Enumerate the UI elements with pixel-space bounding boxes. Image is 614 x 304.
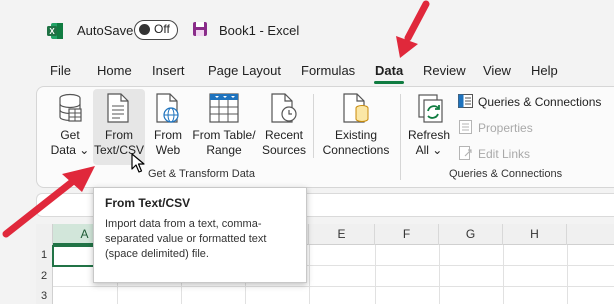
get-data-line2: Data ⌄ <box>50 143 90 157</box>
row-header-1[interactable]: 1 <box>36 249 52 261</box>
annotation-arrow-from-text-csv <box>0 162 100 247</box>
get-data-line1: Get <box>60 128 80 142</box>
annotation-arrow-data-tab <box>388 0 438 67</box>
properties-icon <box>459 120 472 139</box>
grid-line <box>309 245 310 304</box>
from-web-button[interactable]: From Web <box>150 128 186 158</box>
queries-connections-button[interactable]: Queries & Connections <box>478 95 601 109</box>
refresh-icon <box>418 94 446 129</box>
svg-text:X: X <box>49 27 55 36</box>
row-header-2[interactable]: 2 <box>36 270 52 282</box>
refresh-all-line2: All ⌄ <box>415 143 443 157</box>
mouse-cursor-icon <box>131 153 145 178</box>
web-file-icon <box>155 93 181 128</box>
column-header-e[interactable]: E <box>309 224 375 245</box>
active-tab-underline <box>374 81 404 84</box>
tab-formulas[interactable]: Formulas <box>301 63 355 78</box>
text-file-icon <box>106 93 130 128</box>
existing-connections-line1: Existing <box>334 128 378 142</box>
from-web-line1: From <box>154 128 182 142</box>
refresh-all-button[interactable]: Refresh All ⌄ <box>406 128 452 158</box>
grid-line <box>53 286 614 287</box>
recent-sources-icon <box>270 93 298 128</box>
tooltip-from-text-csv: From Text/CSV Import data from a text, c… <box>93 187 307 283</box>
database-icon <box>57 93 83 128</box>
toggle-knob <box>139 24 150 35</box>
existing-connections-button[interactable]: Existing Connections <box>318 128 394 158</box>
group-label-get-transform: Get & Transform Data <box>148 168 255 180</box>
refresh-all-line1: Refresh <box>407 128 451 142</box>
properties-button[interactable]: Properties <box>478 121 533 135</box>
tab-help[interactable]: Help <box>531 63 558 78</box>
recent-sources-line1: Recent <box>264 128 304 142</box>
column-header-f[interactable]: F <box>375 224 439 245</box>
recent-sources-line2: Sources <box>261 143 307 157</box>
table-icon <box>209 93 239 128</box>
group-label-queries: Queries & Connections <box>449 168 563 180</box>
grid-line <box>567 245 568 304</box>
tooltip-title: From Text/CSV <box>105 196 191 210</box>
tab-page-layout[interactable]: Page Layout <box>208 63 281 78</box>
column-header-g[interactable]: G <box>439 224 503 245</box>
group-separator <box>400 94 401 180</box>
grid-line <box>375 245 376 304</box>
tab-file[interactable]: File <box>50 63 71 78</box>
save-icon[interactable] <box>192 21 208 37</box>
tab-view[interactable]: View <box>483 63 511 78</box>
autosave-state: Off <box>154 22 170 36</box>
queries-connections-icon <box>458 94 473 113</box>
edit-links-button[interactable]: Edit Links <box>478 147 530 161</box>
document-title: Book1 - Excel <box>219 23 300 38</box>
autosave-label: AutoSave <box>77 23 134 38</box>
column-header-h[interactable]: H <box>503 224 567 245</box>
ribbon-separator <box>313 94 314 158</box>
row-header-3[interactable]: 3 <box>36 290 52 302</box>
from-table-range-line2: Range <box>206 143 242 157</box>
existing-connections-icon <box>342 93 370 128</box>
excel-logo-icon: X <box>46 22 64 40</box>
from-text-csv-line1: From <box>105 128 133 142</box>
autosave-toggle[interactable]: Off <box>134 20 178 40</box>
from-table-range-line1: From Table/ <box>192 128 256 142</box>
tab-home[interactable]: Home <box>97 63 132 78</box>
from-web-line2: Web <box>155 143 181 157</box>
edit-links-icon <box>459 146 474 165</box>
recent-sources-button[interactable]: Recent Sources <box>260 128 308 158</box>
tooltip-body: Import data from a text, comma-separated… <box>105 218 267 260</box>
existing-connections-line2: Connections <box>322 143 390 157</box>
tab-insert[interactable]: Insert <box>152 63 185 78</box>
grid-line <box>439 245 440 304</box>
get-data-button[interactable]: Get Data ⌄ <box>48 128 92 158</box>
from-table-range-button[interactable]: From Table/ Range <box>190 128 258 158</box>
grid-line <box>503 245 504 304</box>
